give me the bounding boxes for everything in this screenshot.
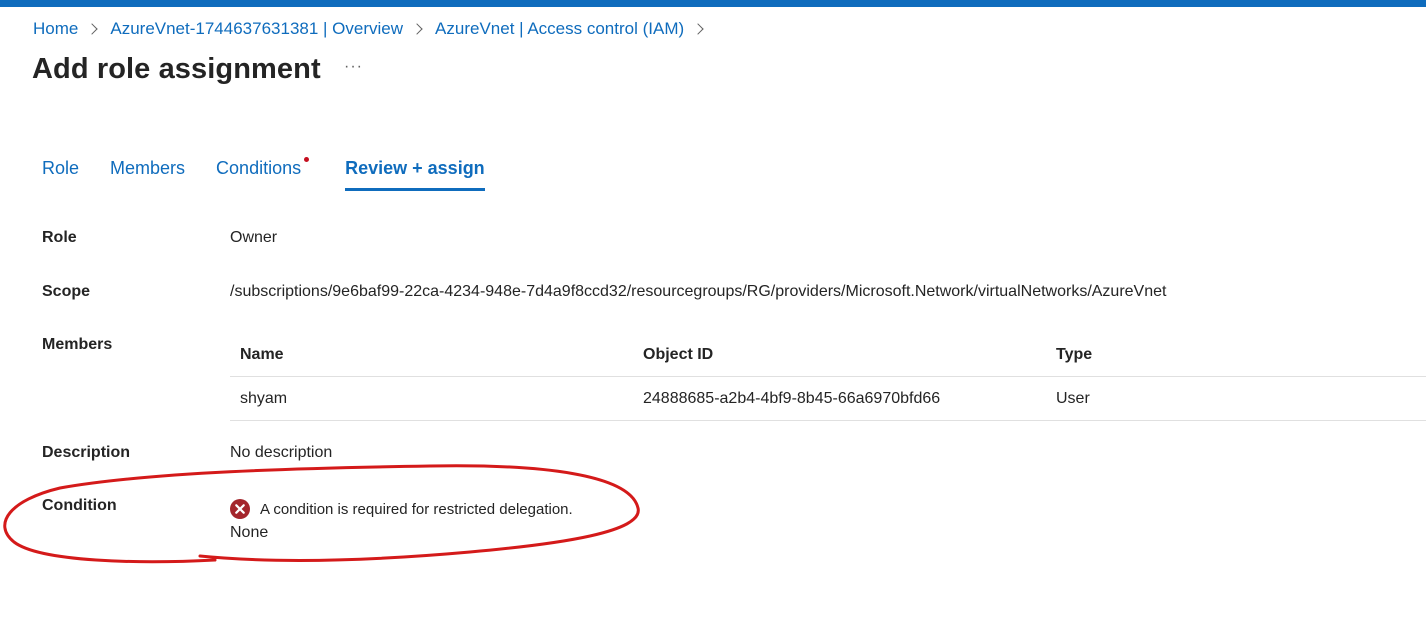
breadcrumb: Home AzureVnet-1744637631381 | Overview … <box>33 19 716 39</box>
tab-review-assign[interactable]: Review + assign <box>345 158 485 191</box>
breadcrumb-access-control-link[interactable]: AzureVnet | Access control (IAM) <box>435 19 684 39</box>
tab-role[interactable]: Role <box>42 158 79 188</box>
table-header: Name Object ID Type <box>230 333 1426 377</box>
condition-error-text: A condition is required for restricted d… <box>260 500 573 518</box>
scope-value: /subscriptions/9e6baf99-22ca-4234-948e-7… <box>230 283 1167 300</box>
description-label: Description <box>42 444 131 461</box>
page-title: Add role assignment <box>32 53 321 85</box>
description-value: No description <box>230 444 333 461</box>
error-circle-icon <box>230 499 250 519</box>
members-table: Name Object ID Type shyam 24888685-a2b4-… <box>230 333 1426 421</box>
table-row: shyam 24888685-a2b4-4bf9-8b45-66a6970bfd… <box>230 377 1426 421</box>
more-options-button[interactable]: ··· <box>344 58 363 76</box>
chevron-right-icon <box>86 23 99 35</box>
tab-role-label: Role <box>42 158 80 178</box>
member-type: User <box>1056 389 1090 407</box>
tab-members[interactable]: Members <box>110 158 185 188</box>
members-label: Members <box>42 336 113 353</box>
member-name: shyam <box>240 389 288 407</box>
breadcrumb-home-link[interactable]: Home <box>33 19 78 39</box>
member-object-id: 24888685-a2b4-4bf9-8b45-66a6970bfd66 <box>643 389 941 407</box>
chevron-right-icon <box>411 23 423 35</box>
scope-label: Scope <box>42 283 91 300</box>
condition-error-message: A condition is required for restricted d… <box>230 499 573 519</box>
tab-review-assign-label: Review + assign <box>345 158 485 178</box>
tab-conditions[interactable]: Conditions <box>216 157 310 188</box>
breadcrumb-vnet-overview-link[interactable]: AzureVnet-1744637631381 | Overview <box>110 19 403 39</box>
tab-conditions-label: Conditions <box>216 158 302 178</box>
role-label: Role <box>42 229 77 246</box>
tab-members-label: Members <box>110 158 186 178</box>
portal-top-bar <box>0 0 1426 7</box>
condition-value: None <box>230 524 269 541</box>
chevron-right-icon <box>692 23 704 35</box>
role-value: Owner <box>230 229 278 246</box>
column-header-object-id: Object ID <box>643 345 714 363</box>
column-header-type: Type <box>1056 345 1093 363</box>
wizard-tabs: Role Members Conditions Review + assign <box>42 157 516 191</box>
column-header-name: Name <box>240 345 284 363</box>
required-indicator-dot <box>304 157 310 162</box>
condition-label: Condition <box>42 497 117 514</box>
